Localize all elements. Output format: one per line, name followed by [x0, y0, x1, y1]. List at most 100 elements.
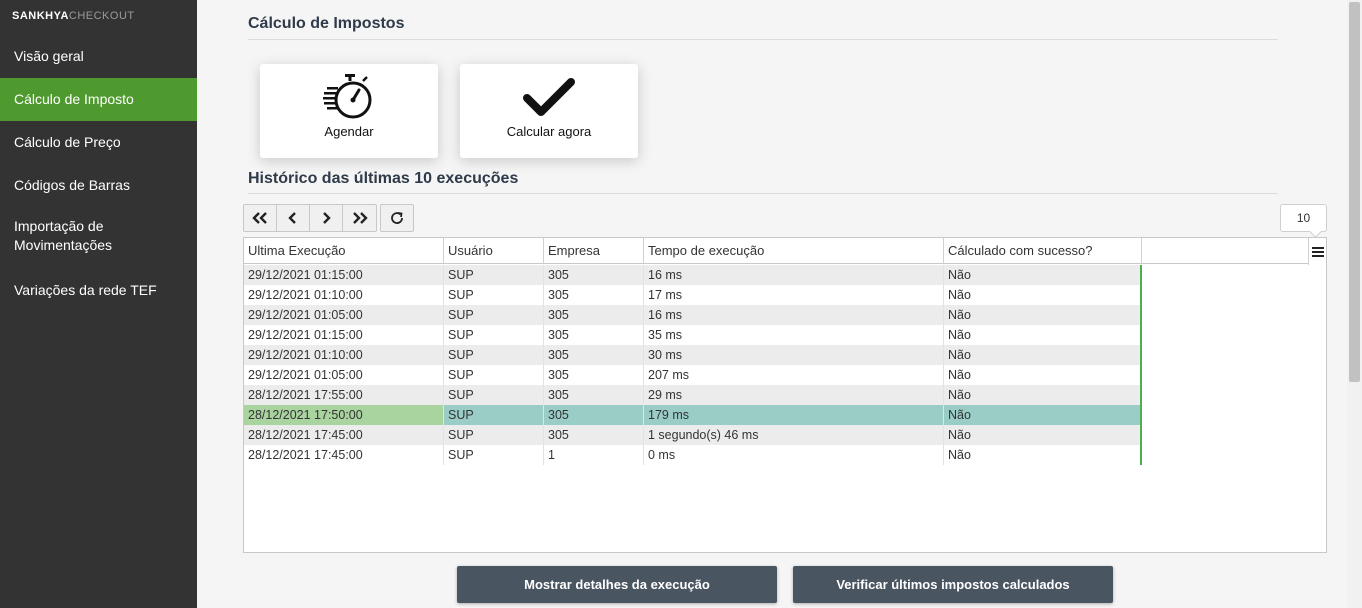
header-calculado-sucesso[interactable]: Cálculado com sucesso?: [944, 238, 1142, 264]
title-divider: [248, 39, 1278, 40]
table-row[interactable]: 28/12/2021 17:45:00 SUP 1 0 ms Não: [244, 445, 1142, 465]
table-cell: Não: [944, 285, 1142, 305]
table-cell: SUP: [444, 425, 544, 445]
table-cell: SUP: [444, 285, 544, 305]
table-cell: 29/12/2021 01:10:00: [244, 345, 444, 365]
table-cell: 35 ms: [644, 325, 944, 345]
table-row[interactable]: 29/12/2021 01:10:00 SUP 305 17 ms Não: [244, 285, 1142, 305]
table-cell: SUP: [444, 445, 544, 465]
page-scrollbar[interactable]: [1347, 0, 1362, 608]
table-cell: 305: [544, 425, 644, 445]
table-row[interactable]: 28/12/2021 17:50:00 SUP 305 179 ms Não: [244, 405, 1142, 425]
table-cell: 179 ms: [644, 405, 944, 425]
table-cell: 16 ms: [644, 305, 944, 325]
table-cell: 0 ms: [644, 445, 944, 465]
double-chevron-right-icon: [352, 212, 368, 224]
table-row[interactable]: 29/12/2021 01:10:00 SUP 305 30 ms Não: [244, 345, 1142, 365]
table-cell: 29/12/2021 01:05:00: [244, 365, 444, 385]
table-cell: 29/12/2021 01:10:00: [244, 285, 444, 305]
calculate-now-label: Calcular agora: [506, 124, 592, 139]
table-cell: 305: [544, 325, 644, 345]
table-cell: SUP: [444, 405, 544, 425]
show-details-button[interactable]: Mostrar detalhes da execução: [457, 566, 777, 603]
table-cell: Não: [944, 265, 1142, 285]
table-cell: 28/12/2021 17:45:00: [244, 425, 444, 445]
table-row[interactable]: 29/12/2021 01:05:00 SUP 305 207 ms Não: [244, 365, 1142, 385]
refresh-button[interactable]: [380, 204, 414, 232]
menu-icon: [1311, 246, 1324, 257]
sidebar: SANKHYACHECKOUT Visão geral Cálculo de I…: [0, 0, 197, 608]
table-cell: 28/12/2021 17:50:00: [244, 405, 444, 425]
table-cell: SUP: [444, 265, 544, 285]
table-cell: 29/12/2021 01:15:00: [244, 265, 444, 285]
column-menu-button[interactable]: [1308, 238, 1326, 265]
table-row[interactable]: 29/12/2021 01:05:00 SUP 305 16 ms Não: [244, 305, 1142, 325]
calculate-now-card[interactable]: Calcular agora: [460, 64, 638, 158]
next-page-button[interactable]: [310, 205, 343, 231]
table-cell: Não: [944, 385, 1142, 405]
table-cell: Não: [944, 405, 1142, 425]
scrollbar-thumb[interactable]: [1349, 2, 1360, 382]
header-ultima-execucao[interactable]: Ultima Execução: [244, 238, 444, 264]
table-cell: Não: [944, 445, 1142, 465]
last-page-button[interactable]: [343, 205, 376, 231]
table-cell: 305: [544, 385, 644, 405]
table-cell: Não: [944, 345, 1142, 365]
table-cell: SUP: [444, 385, 544, 405]
history-title: Histórico das últimas 10 execuções: [248, 170, 519, 187]
sidebar-item-calculo-imposto[interactable]: Cálculo de Imposto: [0, 78, 197, 121]
table-cell: Não: [944, 365, 1142, 385]
sidebar-item-calculo-preco[interactable]: Cálculo de Preço: [0, 121, 197, 164]
table-row[interactable]: 29/12/2021 01:15:00 SUP 305 16 ms Não: [244, 265, 1142, 285]
table-cell: 207 ms: [644, 365, 944, 385]
table-row[interactable]: 29/12/2021 01:15:00 SUP 305 35 ms Não: [244, 325, 1142, 345]
table-cell: SUP: [444, 305, 544, 325]
sidebar-item-importacao-movimentacoes[interactable]: Importação de Movimentações: [0, 207, 197, 269]
table-cell: 305: [544, 305, 644, 325]
check-icon: [460, 72, 638, 122]
header-empresa[interactable]: Empresa: [544, 238, 644, 264]
schedule-card[interactable]: Agendar: [260, 64, 438, 158]
brand-product: CHECKOUT: [68, 10, 135, 22]
history-divider: [248, 193, 1278, 194]
header-tempo-execucao[interactable]: Tempo de execução: [644, 238, 944, 264]
main-content: Cálculo de Impostos Agendar Calcular ago…: [197, 0, 1347, 608]
stopwatch-icon: [260, 72, 438, 122]
verify-taxes-button[interactable]: Verificar últimos impostos calculados: [793, 566, 1113, 603]
table-cell: 30 ms: [644, 345, 944, 365]
table-cell: 1 segundo(s) 46 ms: [644, 425, 944, 445]
table-cell: 16 ms: [644, 265, 944, 285]
table-cell: 28/12/2021 17:55:00: [244, 385, 444, 405]
table-cell: 29/12/2021 01:15:00: [244, 325, 444, 345]
prev-page-button[interactable]: [277, 205, 310, 231]
page-title: Cálculo de Impostos: [248, 15, 405, 32]
table-header: Ultima Execução Usuário Empresa Tempo de…: [244, 238, 1309, 264]
chevron-right-icon: [323, 212, 331, 224]
table-cell: 29/12/2021 01:05:00: [244, 305, 444, 325]
history-table: Ultima Execução Usuário Empresa Tempo de…: [243, 237, 1327, 553]
pagination-group: [243, 204, 377, 232]
sidebar-item-codigos-barras[interactable]: Códigos de Barras: [0, 164, 197, 207]
refresh-icon: [391, 212, 403, 224]
table-cell: Não: [944, 425, 1142, 445]
table-row[interactable]: 28/12/2021 17:45:00 SUP 305 1 segundo(s) 46…: [244, 425, 1142, 445]
sidebar-item-visao-geral[interactable]: Visão geral: [0, 35, 197, 78]
double-chevron-left-icon: [252, 212, 267, 224]
table-row[interactable]: 28/12/2021 17:55:00 SUP 305 29 ms Não: [244, 385, 1142, 405]
table-cell: Não: [944, 325, 1142, 345]
table-cell: 305: [544, 405, 644, 425]
header-usuario[interactable]: Usuário: [444, 238, 544, 264]
chevron-left-icon: [288, 212, 296, 224]
table-cell: 305: [544, 265, 644, 285]
table-cell: Não: [944, 305, 1142, 325]
first-page-button[interactable]: [244, 205, 277, 231]
table-cell: SUP: [444, 345, 544, 365]
table-cell: 1: [544, 445, 644, 465]
brand-logo: SANKHYACHECKOUT: [0, 0, 197, 35]
table-cell: 305: [544, 365, 644, 385]
page-size-selector[interactable]: 10: [1280, 204, 1327, 232]
brand-name: SANKHYA: [12, 10, 69, 22]
sidebar-item-variacoes-tef[interactable]: Variações da rede TEF: [0, 269, 197, 312]
table-cell: 29 ms: [644, 385, 944, 405]
table-cell: 305: [544, 345, 644, 365]
